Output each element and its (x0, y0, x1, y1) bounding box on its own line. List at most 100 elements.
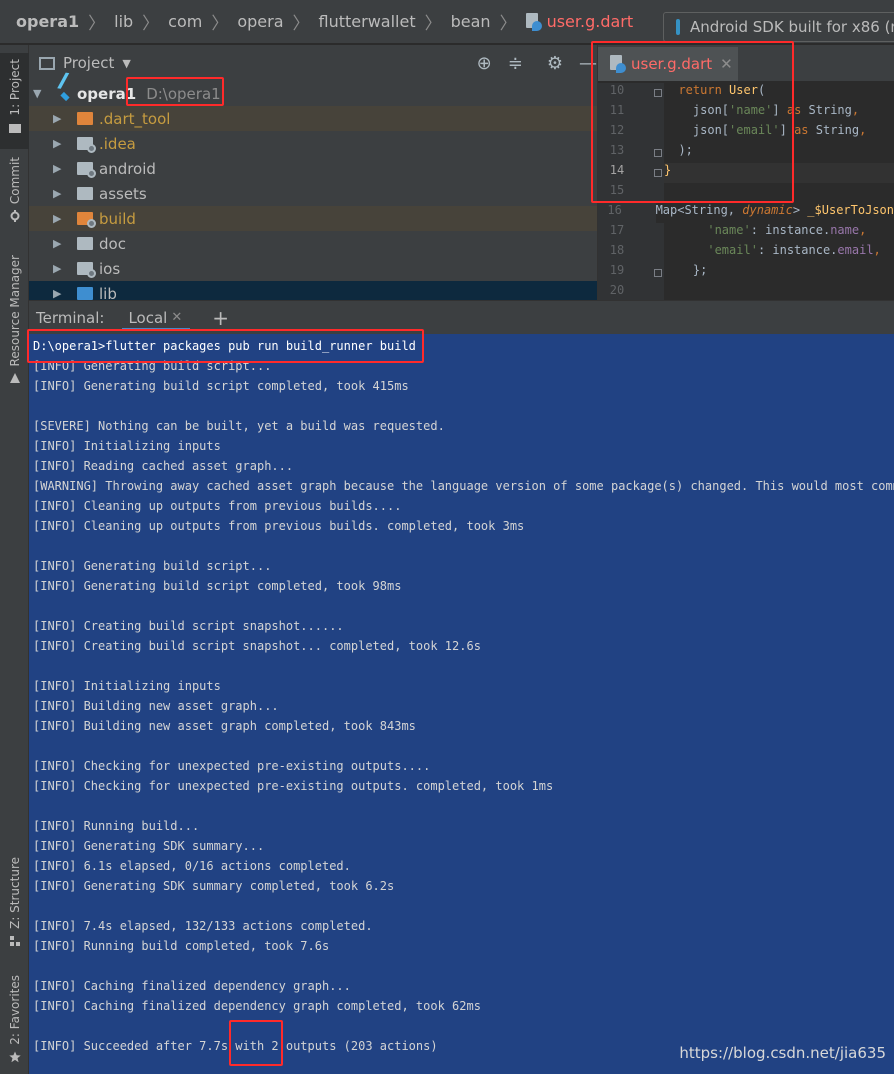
gear-icon[interactable]: ⚙ (547, 53, 563, 74)
tree-item-label: ios (99, 259, 121, 278)
tool-tab-label: 1: Project (7, 59, 22, 116)
code-text: json['name'] as String, (692, 103, 860, 117)
terminal-header: Terminal: Local ✕ + (29, 300, 894, 334)
chevron-down-icon[interactable]: ▼ (122, 57, 130, 70)
project-panel-header: Project ▼ ⊕ ≑ ⚙ — (29, 45, 597, 81)
collapse-all-icon[interactable]: ≑ (508, 53, 523, 74)
terminal-line: [INFO] Creating build script snapshot...… (33, 619, 344, 633)
tree-root-opera1[interactable]: ▼ opera1 D:\opera1 (29, 81, 597, 106)
fold-marker-icon[interactable] (654, 149, 662, 157)
editor-tab-user-g-dart[interactable]: user.g.dart ✕ (598, 47, 738, 81)
gutter (636, 283, 664, 300)
tool-tab-resource-manager[interactable]: Resource Manager (0, 255, 29, 395)
phone-icon (676, 19, 680, 35)
breadcrumb-item[interactable]: lib (114, 12, 133, 31)
terminal-line: [INFO] Generating build script completed… (33, 579, 402, 593)
code-area[interactable]: 10 return User( 11 json['name'] as Strin… (598, 81, 894, 300)
terminal-line: [INFO] Generating SDK summary completed,… (33, 879, 395, 893)
code-line: 20 (598, 283, 894, 300)
code-line: 10 return User( (598, 83, 894, 103)
tree-item-build[interactable]: ▶ build (29, 206, 597, 231)
terminal-line: [INFO] Checking for unexpected pre-exist… (33, 779, 554, 793)
code-line: 15 (598, 183, 894, 203)
breadcrumb-item[interactable]: flutterwallet (319, 12, 416, 31)
collapsed-triangle-icon[interactable]: ▶ (53, 187, 63, 200)
tool-window-strip: 1: Project Commit Resource Manager Z: St… (0, 45, 29, 1074)
tool-tab-commit[interactable]: Commit (0, 157, 29, 227)
terminal-tab-local[interactable]: Local ✕ (122, 301, 191, 335)
terminal-output[interactable]: D:\opera1>flutter packages pub run build… (29, 334, 894, 1074)
tree-item-doc[interactable]: ▶ doc (29, 231, 597, 256)
source-folder-icon (77, 287, 93, 300)
tree-root-path: D:\opera1 (146, 84, 221, 103)
tool-tab-structure[interactable]: Z: Structure (0, 857, 29, 947)
tool-tab-favorites[interactable]: 2: Favorites (0, 975, 29, 1071)
tool-tab-project[interactable]: 1: Project (0, 53, 29, 149)
line-number: 11 (598, 103, 636, 123)
tree-item-android[interactable]: ▶ android (29, 156, 597, 181)
tool-tab-label: Resource Manager (7, 255, 22, 367)
project-view-selector[interactable]: Project (63, 54, 114, 72)
gutter (636, 243, 664, 263)
chevron-right-icon: 〉 (88, 14, 106, 34)
config-folder-icon (77, 137, 96, 153)
collapsed-triangle-icon[interactable]: ▶ (53, 287, 63, 300)
code-line: 12 json['email'] as String, (598, 123, 894, 143)
chevron-right-icon: 〉 (142, 14, 160, 34)
gutter (636, 163, 664, 183)
watermark: https://blog.csdn.net/jia635 (679, 1044, 886, 1062)
collapsed-triangle-icon[interactable]: ▶ (53, 162, 63, 175)
collapsed-triangle-icon[interactable]: ▶ (53, 112, 63, 125)
collapsed-triangle-icon[interactable]: ▶ (53, 237, 63, 250)
breadcrumb-item[interactable]: opera (237, 12, 283, 31)
gutter (636, 183, 664, 203)
new-terminal-icon[interactable]: + (212, 306, 229, 330)
breadcrumb-item[interactable]: opera1 (16, 12, 79, 31)
collapsed-triangle-icon[interactable]: ▶ (53, 262, 63, 275)
line-number: 10 (598, 83, 636, 103)
breadcrumb-item[interactable]: com (168, 12, 202, 31)
close-icon[interactable]: ✕ (720, 55, 733, 73)
tree-item-idea[interactable]: ▶ .idea (29, 131, 597, 156)
close-icon[interactable]: ✕ (171, 310, 182, 325)
fold-marker-icon[interactable] (654, 169, 662, 177)
folder-icon (77, 237, 93, 250)
code-editor: user.g.dart ✕ 10 return User( 11 json['n… (597, 45, 894, 300)
terminal-line: [INFO] Checking for unexpected pre-exist… (33, 759, 431, 773)
breadcrumb-file[interactable]: user.g.dart (547, 12, 634, 31)
flutter-icon (57, 86, 71, 102)
excluded-folder-icon (77, 112, 93, 125)
tree-item-ios[interactable]: ▶ ios (29, 256, 597, 281)
collapsed-triangle-icon[interactable]: ▶ (53, 212, 63, 225)
chevron-right-icon: 〉 (424, 14, 442, 34)
locate-icon[interactable]: ⊕ (477, 53, 492, 74)
module-folder-icon (77, 262, 96, 278)
collapsed-triangle-icon[interactable]: ▶ (53, 137, 63, 150)
line-number: 12 (598, 123, 636, 143)
code-text: 'email': instance.email, (707, 243, 881, 257)
terminal-line: [INFO] Initializing inputs (33, 439, 221, 453)
terminal-line: [INFO] Reading cached asset graph... (33, 459, 294, 473)
tree-item-lib[interactable]: ▶ lib (29, 281, 597, 300)
project-panel: Project ▼ ⊕ ≑ ⚙ — ▼ opera1 D:\opera1 ▶ .… (29, 45, 597, 300)
terminal-line: [INFO] Generating build script completed… (33, 379, 409, 393)
tree-item-label: assets (99, 184, 147, 203)
star-icon (8, 1051, 21, 1062)
fold-marker-icon[interactable] (654, 269, 662, 277)
tree-item-dart-tool[interactable]: ▶ .dart_tool (29, 106, 597, 131)
line-number: 19 (598, 263, 636, 283)
expanded-triangle-icon[interactable]: ▼ (33, 87, 43, 100)
code-text: 'name': instance.name, (707, 223, 867, 237)
device-selector[interactable]: Android SDK built for x86 (m (663, 12, 894, 42)
fold-marker-icon[interactable] (654, 89, 662, 97)
code-text: ); (678, 143, 693, 157)
minimize-icon[interactable]: — (579, 53, 597, 74)
code-line: 19 }; (598, 263, 894, 283)
breadcrumb-item[interactable]: bean (451, 12, 491, 31)
tree-item-assets[interactable]: ▶ assets (29, 181, 597, 206)
